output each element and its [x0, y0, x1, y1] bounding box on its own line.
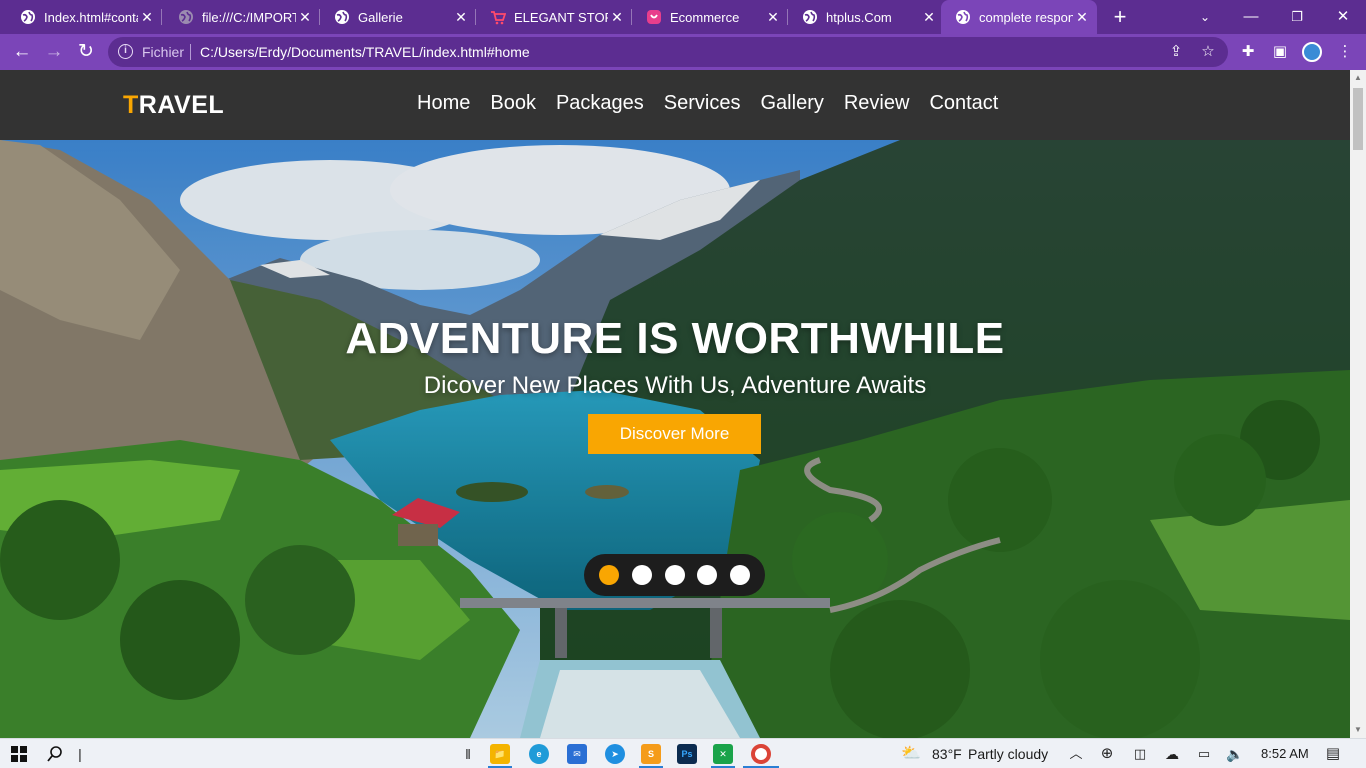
browser-tab[interactable]: file:///C:/IMPORT ✕ [158, 0, 320, 34]
tab-title: htplus.Com [826, 9, 892, 25]
nav-services[interactable]: Services [664, 92, 741, 115]
taskbar-divider-icon: ‖ [465, 746, 471, 762]
search-icon[interactable] [44, 739, 66, 768]
address-scheme: Fichier [142, 44, 185, 60]
close-icon[interactable]: ✕ [138, 9, 156, 26]
show-hidden-icons-icon[interactable]: ︿ [1066, 739, 1086, 768]
slider-dot-2[interactable] [632, 565, 652, 585]
slider-dot-5[interactable] [730, 565, 750, 585]
address-bar[interactable]: i Fichier C:/Users/Erdy/Documents/TRAVEL… [108, 37, 1228, 67]
tab-title: ELEGANT STORE [514, 9, 608, 25]
slider-dots [584, 554, 765, 596]
back-button[interactable]: ← [9, 39, 35, 65]
weather-condition[interactable]: Partly cloudy [968, 739, 1048, 768]
browser-tab[interactable]: Gallerie ✕ [314, 0, 476, 34]
hero-subtitle: Dicover New Places With Us, Adventure Aw… [423, 372, 927, 399]
close-icon[interactable]: ✕ [1073, 9, 1091, 26]
reload-button[interactable]: ↻ [73, 39, 99, 65]
scrollbar-thumb[interactable] [1353, 88, 1363, 150]
side-panel-icon[interactable]: ▣ [1269, 41, 1291, 63]
site-header: TRAVEL Home Book Packages Services Galle… [0, 70, 1350, 140]
nav-home[interactable]: Home [417, 92, 470, 115]
browser-toolbar: ← → ↻ i Fichier C:/Users/Erdy/Documents/… [0, 34, 1366, 70]
task-view-icon[interactable]: | [74, 739, 86, 768]
hero-title: ADVENTURE IS WORTHWHILE [345, 314, 1005, 363]
slider-dot-1[interactable] [599, 565, 619, 585]
weather-temperature[interactable]: 83°F [932, 739, 962, 768]
profile-avatar[interactable] [1302, 42, 1322, 62]
forward-button[interactable]: → [41, 39, 67, 65]
close-icon[interactable]: ✕ [608, 9, 626, 26]
restore-button[interactable]: ❐ [1274, 0, 1320, 34]
hero-section: ADVENTURE IS WORTHWHILE Dicover New Plac… [0, 140, 1350, 738]
photoshop-icon[interactable]: Ps [677, 744, 697, 764]
weather-partly-cloudy-icon[interactable]: ⛅ [898, 739, 924, 768]
close-icon[interactable]: ✕ [452, 9, 470, 26]
bookmark-star-icon[interactable]: ☆ [1198, 42, 1218, 62]
windows-taskbar: | ‖ 📁 e ✉ ➤ S Ps ✕ ⛅ 83°F Partly cloudy … [0, 738, 1366, 768]
slider-dot-4[interactable] [697, 565, 717, 585]
file-explorer-icon[interactable]: 📁 [490, 744, 510, 764]
sheets-app-icon[interactable]: ✕ [713, 744, 733, 764]
menu-kebab-icon[interactable]: ⋮ [1334, 41, 1356, 63]
chrome-icon[interactable] [751, 744, 771, 764]
browser-tab[interactable]: Ecommerce ✕ [626, 0, 788, 34]
slider-dot-3[interactable] [665, 565, 685, 585]
close-icon[interactable]: ✕ [296, 9, 314, 26]
page-viewport: TRAVEL Home Book Packages Services Galle… [0, 70, 1350, 738]
page-scrollbar[interactable]: ▲ ▼ [1350, 70, 1366, 738]
browser-tab-active[interactable]: complete respon ✕ [941, 0, 1097, 34]
close-window-button[interactable]: ✕ [1320, 0, 1366, 34]
close-icon[interactable]: ✕ [764, 9, 782, 26]
nav-packages[interactable]: Packages [556, 92, 644, 115]
tab-title: Index.html#conta [44, 9, 138, 25]
close-icon[interactable]: ✕ [920, 9, 938, 26]
shopping-cart-icon [491, 11, 506, 25]
browser-tab-strip: Index.html#conta ✕ file:///C:/IMPORT ✕ G… [0, 0, 1366, 34]
info-icon[interactable]: i [118, 44, 133, 59]
browser-tab[interactable]: htplus.Com ✕ [782, 0, 944, 34]
language-globe-icon[interactable]: ⊕ [1097, 739, 1117, 768]
tab-title: Ecommerce [670, 9, 740, 25]
logo-accent-letter: T [123, 91, 139, 119]
globe-icon [335, 10, 349, 24]
meet-now-icon[interactable]: ◫ [1130, 739, 1150, 768]
nav-contact[interactable]: Contact [929, 92, 998, 115]
shop-logo-icon [647, 10, 661, 24]
globe-icon [179, 10, 193, 24]
browser-tab[interactable]: Index.html#conta ✕ [0, 0, 162, 34]
tab-title: complete respon [979, 9, 1073, 25]
network-icon[interactable]: ☁ [1162, 739, 1182, 768]
mail-icon[interactable]: ✉ [567, 744, 587, 764]
discover-more-button[interactable]: Discover More [588, 414, 761, 454]
sublime-text-icon[interactable]: S [641, 744, 661, 764]
clock-time[interactable]: 8:52 AM [1261, 739, 1309, 768]
edge-icon[interactable]: e [529, 744, 549, 764]
share-icon[interactable]: ⇪ [1166, 42, 1186, 62]
nav-gallery[interactable]: Gallery [761, 92, 824, 115]
nav-review[interactable]: Review [844, 92, 910, 115]
nav-book[interactable]: Book [490, 92, 536, 115]
notifications-icon[interactable]: ▤ [1322, 739, 1344, 768]
scroll-up-arrow-icon[interactable]: ▲ [1350, 70, 1366, 86]
windows-start-icon[interactable] [8, 739, 30, 768]
globe-icon [956, 10, 970, 24]
tab-title: Gallerie [358, 9, 403, 25]
tab-title: file:///C:/IMPORT [202, 9, 296, 25]
extensions-puzzle-icon[interactable]: ✚ [1237, 41, 1259, 63]
logo-text: RAVEL [138, 91, 225, 119]
site-nav: Home Book Packages Services Gallery Revi… [407, 92, 1008, 115]
volume-icon[interactable]: 🔈 [1224, 739, 1246, 768]
site-logo[interactable]: TRAVEL [123, 91, 224, 120]
messenger-icon[interactable]: ➤ [605, 744, 625, 764]
globe-icon [21, 10, 35, 24]
address-url[interactable]: C:/Users/Erdy/Documents/TRAVEL/index.htm… [200, 44, 530, 60]
browser-tab[interactable]: ELEGANT STORE ✕ [470, 0, 632, 34]
minimize-button[interactable]: — [1228, 0, 1274, 34]
scroll-down-arrow-icon[interactable]: ▼ [1350, 722, 1366, 738]
new-tab-button[interactable]: + [1108, 4, 1132, 30]
battery-icon[interactable]: ▭ [1194, 739, 1214, 768]
globe-icon [803, 10, 817, 24]
tab-search-icon[interactable]: ⌄ [1182, 0, 1228, 34]
